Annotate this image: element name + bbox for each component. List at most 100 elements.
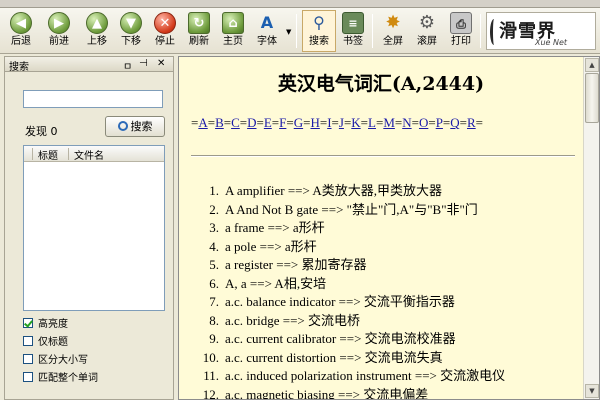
forward-button[interactable]: ▶ 前进: [42, 11, 76, 51]
pin-icon[interactable]: ㅁ: [123, 58, 132, 73]
entry-number: 1.: [209, 183, 219, 198]
scroll-button[interactable]: ⚙ 滚屏: [410, 11, 444, 51]
entry-text: a.c. induced polarization instrument ==>…: [225, 368, 506, 383]
alphabet-link[interactable]: K: [351, 115, 360, 130]
down-button[interactable]: ▼ 下移: [114, 11, 148, 51]
found-count: 发现 0: [25, 123, 58, 139]
entry-number: 3.: [209, 220, 219, 235]
option-whole-word[interactable]: 匹配整个单词: [23, 371, 98, 389]
back-label: 后退: [11, 36, 31, 47]
search-icon: [117, 121, 128, 131]
alphabet-link[interactable]: M: [383, 115, 395, 130]
alphabet-link[interactable]: O: [419, 115, 428, 130]
column-title-header[interactable]: 标题: [38, 147, 58, 162]
scroll-up-icon[interactable]: ▲: [585, 58, 599, 72]
alphabet-link[interactable]: A: [198, 115, 207, 130]
list-item: 5. a register ==> 累加寄存器: [189, 256, 579, 275]
entry-text: a frame ==> a形杆: [225, 220, 325, 235]
search-input[interactable]: [23, 90, 163, 108]
close-icon[interactable]: ✕: [157, 58, 165, 69]
column-file-header[interactable]: 文件名: [74, 147, 104, 162]
entry-number: 7.: [209, 294, 219, 309]
print-label: 打印: [451, 36, 471, 47]
title-bar: [0, 0, 600, 8]
refresh-button[interactable]: ↻ 刷新: [182, 11, 216, 51]
toolbar-separator: [372, 14, 373, 48]
list-item: 10. a.c. current distortion ==> 交流电流失真: [189, 349, 579, 368]
option-label: 匹配整个单词: [38, 373, 98, 384]
list-item: 8. a.c. bridge ==> 交流电桥: [189, 312, 579, 331]
alphabet-link[interactable]: R: [467, 115, 476, 130]
list-item: 11. a.c. induced polarization instrument …: [189, 367, 579, 386]
scroll-down-icon[interactable]: ▼: [585, 384, 599, 398]
alphabet-link[interactable]: C: [231, 115, 240, 130]
vertical-scrollbar[interactable]: ▲ ▼: [583, 57, 599, 399]
entry-text: a register ==> 累加寄存器: [225, 257, 367, 272]
list-item: 9. a.c. current calibrator ==> 交流电流校准器: [189, 330, 579, 349]
results-list[interactable]: 标题 文件名: [23, 145, 165, 311]
alphabet-link[interactable]: P: [436, 115, 443, 130]
home-button[interactable]: ⌂ 主页: [216, 11, 250, 51]
checkbox[interactable]: [23, 336, 33, 346]
back-button[interactable]: ◀ 后退: [4, 11, 38, 51]
option-label: 高亮度: [38, 319, 68, 330]
search-panel-title: 搜索: [9, 62, 29, 73]
logo-subtext: Xue Net: [535, 38, 568, 47]
arrow-down-icon: ▼: [120, 12, 142, 34]
up-button[interactable]: ▲ 上移: [80, 11, 114, 51]
alphabet-link[interactable]: Q: [450, 115, 459, 130]
printer-icon: ⎙: [450, 12, 472, 34]
bookmark-button[interactable]: ≡ 书签: [336, 11, 370, 51]
alphabet-link[interactable]: D: [247, 115, 256, 130]
alphabet-link[interactable]: B: [215, 115, 224, 130]
entry-number: 12.: [202, 386, 219, 400]
up-label: 上移: [87, 36, 107, 47]
arrow-right-icon: ▶: [48, 12, 70, 34]
alphabet-link[interactable]: E: [264, 115, 272, 130]
alphabet-link[interactable]: H: [310, 115, 319, 130]
alphabet-link[interactable]: L: [368, 115, 376, 130]
option-highlight[interactable]: 高亮度: [23, 317, 98, 335]
entry-number: 10.: [202, 349, 219, 365]
forward-label: 前进: [49, 36, 69, 47]
alphabet-link[interactable]: G: [294, 115, 303, 130]
search-button-label: 搜索: [130, 120, 153, 133]
found-value: 0: [50, 125, 58, 138]
entry-number: 5.: [209, 257, 219, 272]
stop-button[interactable]: ✕ 停止: [148, 11, 182, 51]
font-dropdown-arrow-icon[interactable]: ▼: [286, 28, 291, 36]
list-item: 12. a.c. magnetic biasing ==> 交流电偏差: [189, 386, 579, 400]
search-button[interactable]: 搜索: [105, 116, 165, 137]
alphabet-link[interactable]: F: [279, 115, 286, 130]
print-button[interactable]: ⎙ 打印: [444, 11, 478, 51]
font-button[interactable]: A 字体: [250, 11, 284, 51]
dock-icon[interactable]: ⊣: [139, 58, 148, 69]
option-title-only[interactable]: 仅标题: [23, 335, 98, 353]
stop-label: 停止: [155, 36, 175, 47]
alphabet-link[interactable]: I: [327, 115, 331, 130]
checkbox-checked[interactable]: [23, 318, 33, 328]
refresh-icon: ↻: [188, 12, 210, 34]
alphabet-index: =A=B=C=D=E=F=G=H=I=J=K=L=M=N=O=P=Q=R=: [191, 115, 484, 130]
checkbox[interactable]: [23, 372, 33, 382]
fullscreen-label: 全屏: [383, 36, 403, 47]
list-item: 4. a pole ==> a形杆: [189, 238, 579, 257]
search-panel: 搜索 ㅁ ⊣ ✕ 发现 0 搜索 标题 文件名 高亮度 仅标题 区分大小写 匹配…: [4, 56, 174, 400]
down-label: 下移: [121, 36, 141, 47]
search-tool-label: 搜索: [309, 36, 329, 47]
checkbox[interactable]: [23, 354, 33, 364]
scroll-thumb[interactable]: [585, 73, 599, 123]
alphabet-link[interactable]: N: [402, 115, 411, 130]
toolbar: ◀ 后退 ▶ 前进 ▲ 上移 ▼ 下移 ✕ 停止 ↻ 刷新 ⌂ 主页 A 字体: [0, 8, 600, 54]
entry-number: 11.: [203, 368, 219, 383]
gear-icon: ⚙: [418, 12, 436, 33]
entry-number: 2.: [209, 201, 219, 217]
fullscreen-button[interactable]: ✸ 全屏: [376, 11, 410, 51]
search-tool-button[interactable]: ⚲ 搜索: [302, 10, 336, 52]
home-icon: ⌂: [222, 12, 244, 34]
font-icon: A: [260, 13, 274, 32]
divider: [191, 155, 575, 157]
alphabet-link[interactable]: J: [339, 115, 344, 130]
option-match-case[interactable]: 区分大小写: [23, 353, 98, 371]
option-label: 区分大小写: [38, 355, 88, 366]
